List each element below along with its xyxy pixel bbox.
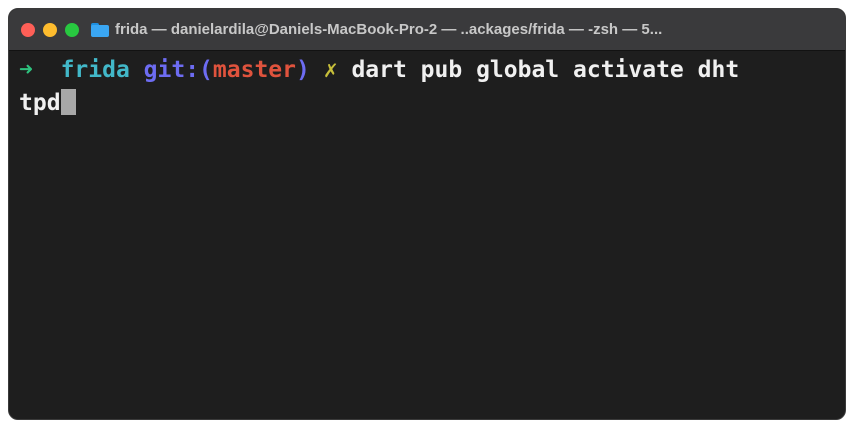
window-controls <box>21 22 87 37</box>
close-light-icon[interactable] <box>21 22 35 37</box>
prompt-branch: master <box>212 57 297 83</box>
command-text-line1: dart pub global activate dht <box>337 57 740 83</box>
folder-icon <box>91 22 109 37</box>
text-cursor <box>60 89 76 115</box>
prompt-git-label: git:( <box>143 57 213 83</box>
prompt-dirty-marker: ✗ <box>323 57 338 83</box>
terminal-output[interactable]: ➜ frida git:(master) ✗ dart pub global a… <box>19 54 839 120</box>
minimize-light-icon[interactable] <box>43 22 57 37</box>
prompt-directory: frida <box>60 57 130 83</box>
command-text-line2: tpd <box>19 90 61 116</box>
maximize-light-icon[interactable] <box>65 22 79 37</box>
prompt-git-close: ) <box>296 57 310 83</box>
terminal-window: frida — danielardila@Daniels-MacBook-Pro… <box>8 8 846 420</box>
prompt-arrow: ➜ <box>19 57 33 83</box>
title-bar[interactable]: frida — danielardila@Daniels-MacBook-Pro… <box>9 9 845 51</box>
window-title: frida — danielardila@Daniels-MacBook-Pro… <box>115 21 663 38</box>
